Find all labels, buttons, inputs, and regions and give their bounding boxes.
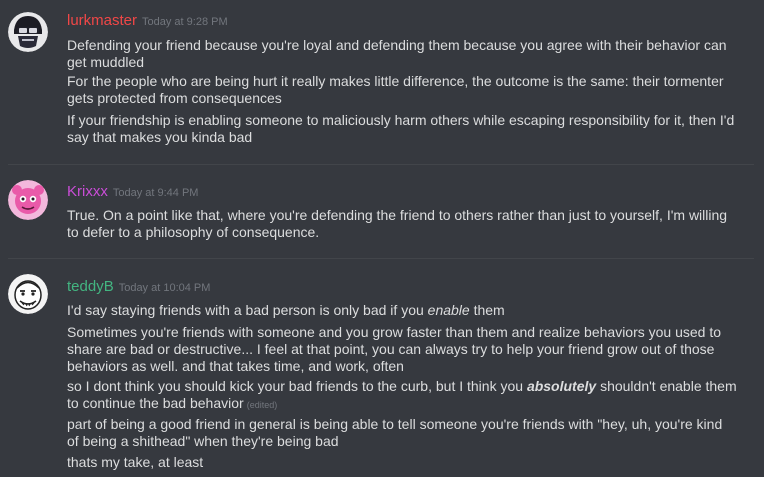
timestamp[interactable]: Today at 9:28 PM [142,16,228,28]
message-text: I'd say staying friends with a bad perso… [67,302,505,318]
message-text: thats my take, at least [67,454,204,470]
message-text: so I dont think you should kick your bad… [67,378,737,411]
message-header: Krixxx Today at 9:44 PM [67,183,198,203]
message-text: part of being a good friend in general i… [67,416,723,449]
avatar-teddyb-icon [8,274,48,314]
timestamp[interactable]: Today at 10:04 PM [119,282,211,294]
edited-tag: (edited) [246,400,278,410]
avatar-teddyb[interactable] [8,274,48,314]
message-divider [8,164,754,165]
message-header: teddyB Today at 10:04 PM [67,278,210,298]
username[interactable]: teddyB [67,278,114,295]
message-divider [8,258,754,259]
message-text: If your friendship is enabling someone t… [67,112,735,145]
avatar-lurkmaster-icon [8,12,48,52]
message-header: lurkmaster Today at 9:28 PM [67,12,228,32]
message-text: For the people who are being hurt it rea… [67,73,724,106]
timestamp[interactable]: Today at 9:44 PM [113,187,199,199]
message-text: True. On a point like that, where you're… [67,207,728,240]
avatar-krixxx[interactable] [8,180,48,220]
username[interactable]: lurkmaster [67,12,137,29]
username[interactable]: Krixxx [67,183,108,200]
avatar-krixxx-icon [8,180,48,220]
message-text: Sometimes you're friends with someone an… [67,324,722,374]
avatar-lurkmaster[interactable] [8,12,48,52]
message-text: Defending your friend because you're loy… [67,37,727,70]
